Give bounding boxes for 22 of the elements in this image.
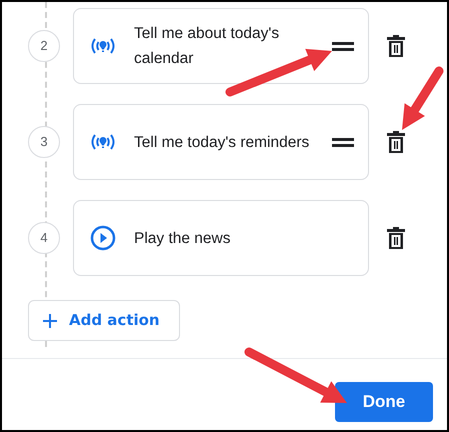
broadcast-icon [90, 37, 116, 55]
done-button[interactable]: Done [335, 382, 433, 422]
trash-icon[interactable] [386, 130, 406, 154]
add-action-button[interactable]: Add action [28, 300, 180, 341]
trash-icon[interactable] [386, 34, 406, 58]
step-number: 3 [28, 126, 60, 158]
step-number: 4 [28, 222, 60, 254]
action-label: Play the news [134, 228, 232, 248]
drag-handle-icon[interactable] [332, 42, 354, 50]
action-card[interactable]: Tell me today's reminders [73, 104, 369, 180]
plus-icon [43, 314, 57, 328]
drag-handle-icon[interactable] [332, 138, 354, 146]
add-action-label: Add action [69, 310, 160, 332]
action-card[interactable]: Tell me about today's calendar [73, 8, 369, 84]
action-card[interactable]: Play the news [73, 200, 369, 276]
step-number: 2 [28, 30, 60, 62]
play-icon [90, 225, 116, 251]
broadcast-icon [90, 133, 116, 151]
action-label: Tell me today's reminders [134, 132, 310, 152]
pointer-arrow [402, 66, 444, 130]
action-label: Tell me about today's calendar [134, 24, 280, 69]
trash-icon[interactable] [386, 226, 406, 250]
